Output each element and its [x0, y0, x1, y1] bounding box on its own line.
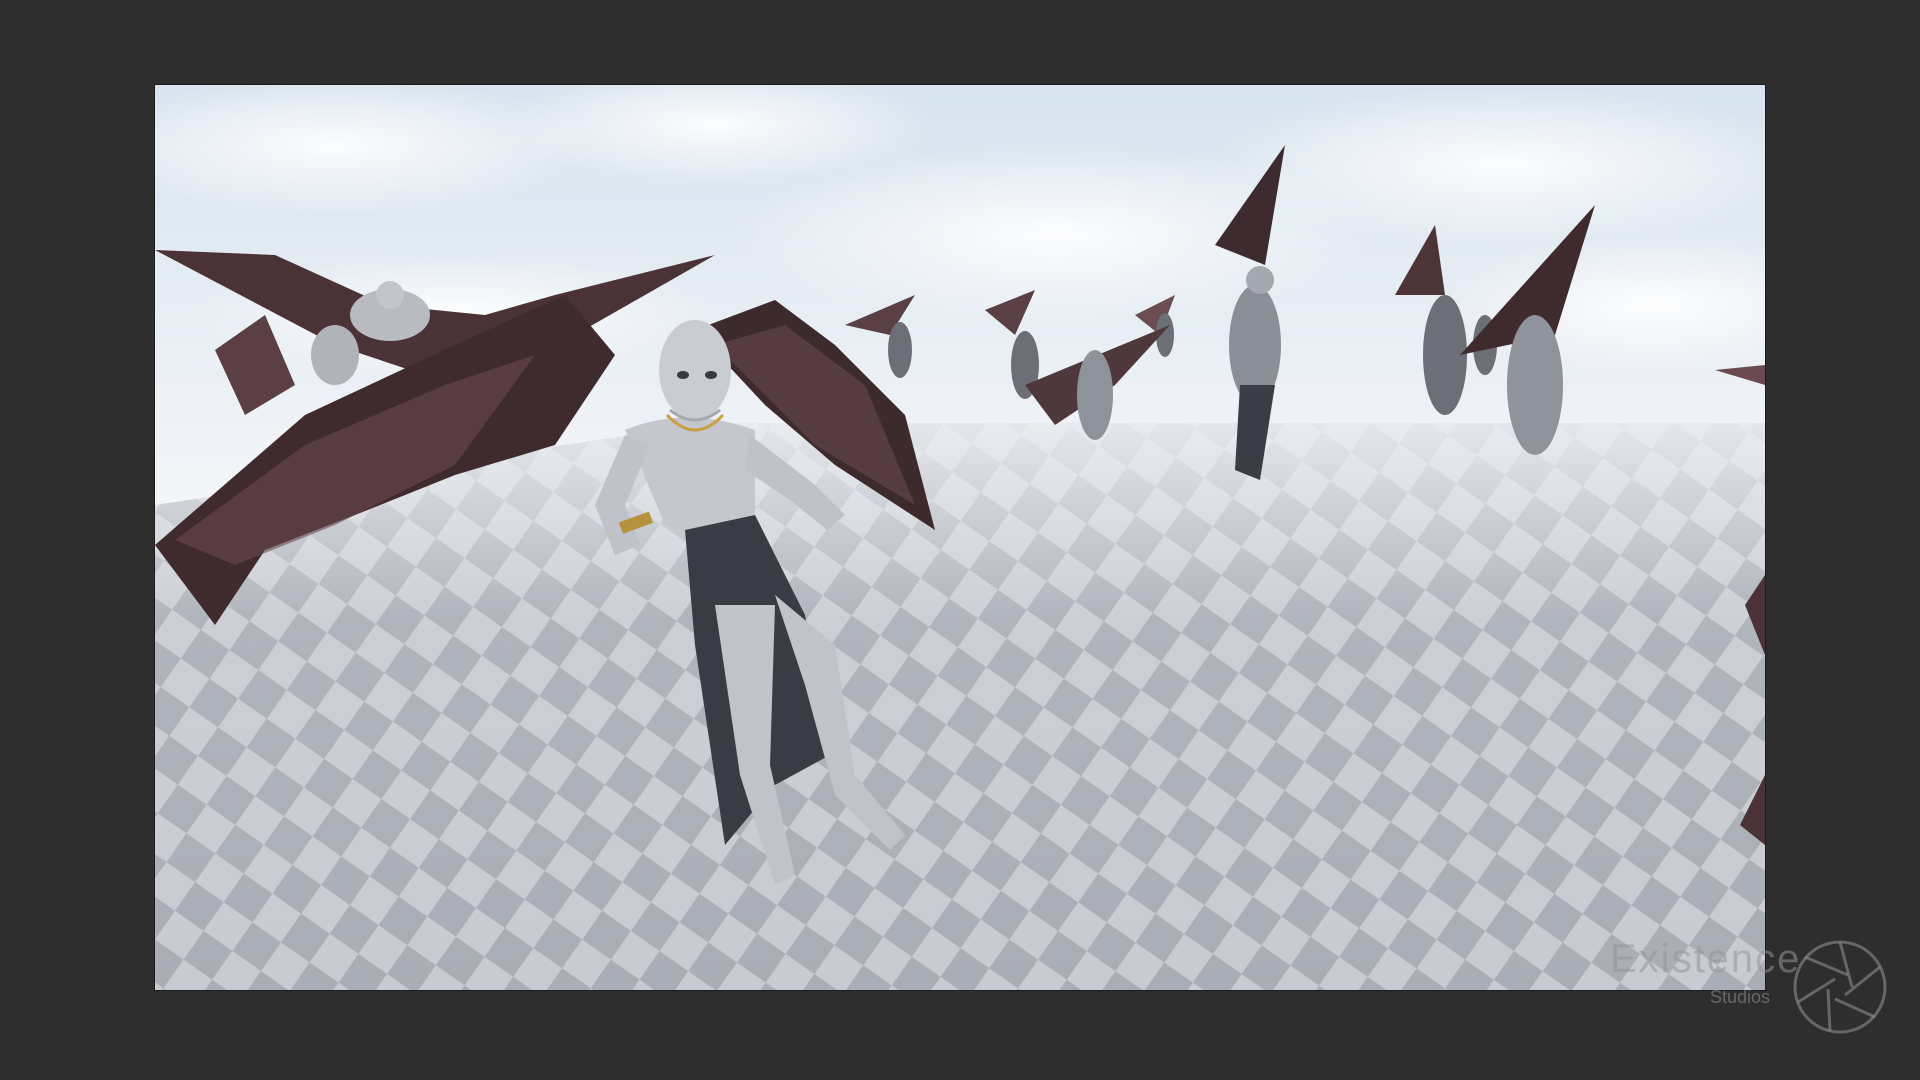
game-viewport	[155, 85, 1765, 990]
aperture-logo-icon	[1793, 940, 1887, 1034]
presentation-frame: Existence Studios	[0, 0, 1920, 1080]
watermark-title: Existence	[1610, 937, 1802, 981]
watermark-subtitle: Studios	[1710, 987, 1771, 1007]
floor-fog	[155, 423, 1765, 990]
watermark: Existence Studios	[1590, 925, 1910, 1055]
game-scene	[155, 85, 1765, 990]
